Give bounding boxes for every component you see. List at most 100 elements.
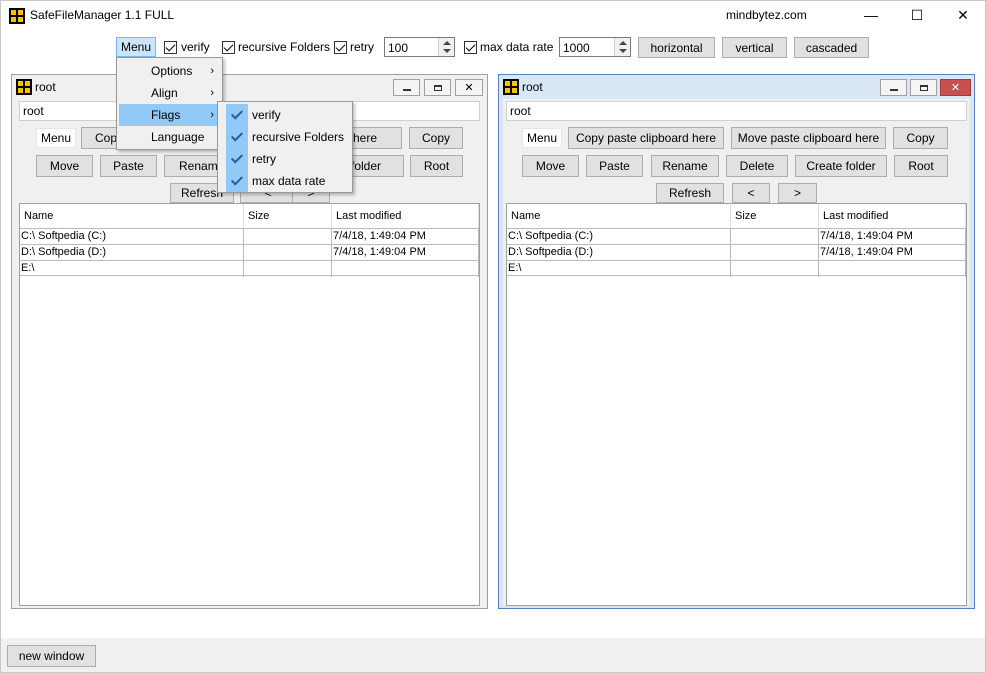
close-button[interactable]: ✕ [940, 0, 986, 30]
flag-item-verify[interactable]: verify [220, 104, 350, 126]
right-file-table[interactable]: Name Size Last modified C:\ Softpedia (C… [506, 203, 967, 606]
right-col-modified[interactable]: Last modified [819, 204, 966, 228]
left-pane-close-button[interactable]: ✕ [455, 79, 483, 96]
menu-item-label: Align [151, 86, 178, 100]
spin-down-icon [619, 49, 627, 53]
right-path-input[interactable]: root [506, 101, 967, 121]
vertical-button[interactable]: vertical [722, 37, 787, 58]
row-name: D:\ Softpedia (D:) [20, 245, 244, 261]
maxrate-checkbox[interactable] [464, 41, 477, 54]
minimize-icon: — [864, 7, 878, 23]
left-move-button[interactable]: Move [36, 155, 93, 177]
right-copy-clipboard-button[interactable]: Copy paste clipboard here [568, 127, 724, 149]
row-modified [819, 261, 966, 277]
right-pane-maximize-button[interactable] [910, 79, 937, 96]
retry-spinner[interactable]: 100 [384, 37, 455, 57]
left-file-table[interactable]: Name Size Last modified C:\ Softpedia (C… [19, 203, 480, 606]
table-row[interactable]: C:\ Softpedia (C:) 7/4/18, 1:49:04 PM [20, 228, 479, 245]
right-pane-menu-button[interactable]: Menu [522, 128, 562, 148]
menu-item-flags[interactable]: Flags › [119, 104, 220, 126]
menu-item-align[interactable]: Align › [119, 82, 220, 104]
flags-submenu: verify recursive Folders retry max data … [217, 101, 353, 193]
check-icon [226, 126, 248, 148]
left-col-size[interactable]: Size [244, 204, 332, 228]
app-icon [9, 8, 25, 24]
retry-label: retry [350, 40, 374, 54]
row-modified: 7/4/18, 1:49:04 PM [819, 229, 966, 245]
maxrate-spinner[interactable]: 1000 [559, 37, 631, 57]
right-delete-button[interactable]: Delete [726, 155, 788, 177]
left-col-modified[interactable]: Last modified [332, 204, 479, 228]
row-size [244, 261, 332, 277]
right-pane-minimize-button[interactable] [880, 79, 907, 96]
left-pane-maximize-button[interactable] [424, 79, 451, 96]
row-modified: 7/4/18, 1:49:04 PM [332, 229, 479, 245]
table-row[interactable]: E:\ [507, 260, 966, 277]
flag-item-label: max data rate [252, 174, 326, 188]
verify-checkbox[interactable] [164, 41, 177, 54]
right-move-button[interactable]: Move [522, 155, 579, 177]
menu-item-label: Language [151, 130, 205, 144]
right-root-button[interactable]: Root [894, 155, 948, 177]
flag-item-label: retry [252, 152, 276, 166]
spin-down-icon [443, 49, 451, 53]
right-col-size[interactable]: Size [731, 204, 819, 228]
table-row[interactable]: D:\ Softpedia (D:) 7/4/18, 1:49:04 PM [20, 244, 479, 261]
right-forward-button[interactable]: > [778, 183, 817, 203]
close-icon: ✕ [957, 7, 969, 23]
left-pane-menu-button[interactable]: Menu [36, 128, 76, 148]
left-paste-button[interactable]: Paste [100, 155, 157, 177]
left-root-button[interactable]: Root [410, 155, 463, 177]
row-modified: 7/4/18, 1:49:04 PM [819, 245, 966, 261]
cascaded-button[interactable]: cascaded [794, 37, 869, 58]
main-menu-button[interactable]: Menu [116, 37, 156, 57]
right-col-name[interactable]: Name [507, 204, 731, 228]
row-name: C:\ Softpedia (C:) [20, 229, 244, 245]
right-refresh-button[interactable]: Refresh [656, 183, 724, 203]
maximize-button[interactable]: ☐ [894, 0, 940, 30]
menu-item-language[interactable]: Language [119, 126, 220, 148]
flag-item-maxrate[interactable]: max data rate [220, 170, 350, 192]
new-window-button[interactable]: new window [7, 645, 96, 667]
retry-spin-arrows[interactable] [438, 38, 454, 56]
spin-up-icon [619, 41, 627, 45]
table-row[interactable]: C:\ Softpedia (C:) 7/4/18, 1:49:04 PM [507, 228, 966, 245]
row-name: E:\ [507, 261, 731, 277]
table-row[interactable]: D:\ Softpedia (D:) 7/4/18, 1:49:04 PM [507, 244, 966, 261]
left-pane-title: root [35, 80, 56, 94]
retry-checkbox[interactable] [334, 41, 347, 54]
right-move-clipboard-button[interactable]: Move paste clipboard here [731, 127, 886, 149]
horizontal-button[interactable]: horizontal [638, 37, 715, 58]
verify-label: verify [181, 40, 210, 54]
close-icon: ✕ [464, 82, 474, 94]
site-label: mindbytez.com [726, 8, 807, 22]
maximize-icon: ☐ [910, 7, 924, 23]
row-name: D:\ Softpedia (D:) [507, 245, 731, 261]
left-rename-button[interactable]: Rename [164, 155, 224, 177]
window-title: SafeFileManager 1.1 FULL [30, 8, 175, 22]
menu-item-label: Flags [151, 108, 181, 122]
left-copy-button[interactable]: Copy [409, 127, 463, 149]
spin-up-icon [443, 41, 451, 45]
flag-item-recursive[interactable]: recursive Folders [220, 126, 350, 148]
flag-item-label: verify [252, 108, 281, 122]
left-col-name[interactable]: Name [20, 204, 244, 228]
flag-item-retry[interactable]: retry [220, 148, 350, 170]
right-back-button[interactable]: < [732, 183, 770, 203]
maxrate-spin-arrows[interactable] [614, 38, 630, 56]
minimize-icon [402, 89, 411, 91]
row-size [731, 245, 819, 261]
menu-item-options[interactable]: Options › [119, 60, 220, 82]
right-copy-button[interactable]: Copy [893, 127, 948, 149]
left-pane-minimize-button[interactable] [393, 79, 420, 96]
check-icon [226, 148, 248, 170]
chevron-right-icon: › [210, 65, 214, 77]
table-row[interactable]: E:\ [20, 260, 479, 277]
right-rename-button[interactable]: Rename [651, 155, 719, 177]
right-paste-button[interactable]: Paste [586, 155, 643, 177]
minimize-button[interactable]: — [848, 0, 894, 30]
recursive-checkbox[interactable] [222, 41, 235, 54]
right-create-folder-button[interactable]: Create folder [795, 155, 887, 177]
right-pane-close-button[interactable]: ✕ [940, 79, 971, 96]
flag-item-label: recursive Folders [252, 130, 345, 144]
